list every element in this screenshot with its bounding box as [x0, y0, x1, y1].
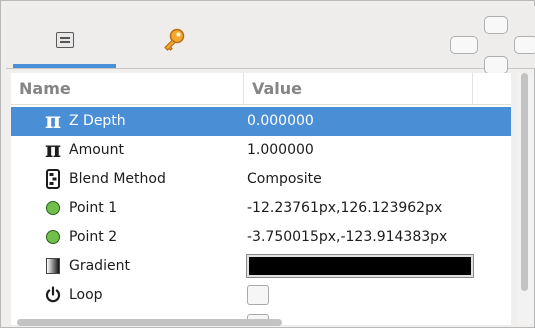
- param-value[interactable]: -12.23761px,126.123962px: [247, 194, 442, 223]
- param-name: Point 1: [69, 200, 118, 216]
- tab-params[interactable]: [13, 11, 116, 68]
- param-row-gradient[interactable]: Gradient: [11, 252, 511, 281]
- param-value[interactable]: 0.000000: [247, 107, 314, 136]
- vertical-scrollbar-thumb[interactable]: [521, 73, 528, 291]
- column-header-name[interactable]: Name: [19, 73, 71, 104]
- param-value[interactable]: -3.750015px,-123.914383px: [247, 223, 447, 252]
- blend-method-icon: [43, 169, 63, 189]
- param-value[interactable]: 1.000000: [247, 136, 314, 165]
- param-name: Point 2: [69, 229, 118, 245]
- column-header-value[interactable]: Value: [252, 73, 302, 104]
- param-name: Z Depth: [69, 113, 126, 129]
- param-row-loop[interactable]: Loop: [11, 281, 511, 310]
- params-panel-icon: [55, 31, 74, 48]
- column-divider[interactable]: [243, 73, 244, 104]
- params-panel: Name Value π Z Depth 0.000000 π Amount 1…: [0, 0, 535, 328]
- param-name: Blend Method: [69, 171, 166, 187]
- horizontal-scrollbar[interactable]: [11, 315, 511, 327]
- param-row-z-depth[interactable]: π Z Depth 0.000000: [11, 107, 511, 136]
- param-name: Amount: [69, 142, 125, 158]
- table-header: Name Value: [11, 73, 511, 105]
- gradient-swatch[interactable]: [246, 254, 474, 278]
- horizontal-scrollbar-thumb[interactable]: [17, 319, 282, 326]
- pi-icon: π: [44, 137, 62, 163]
- panel-tab-bar: [6, 6, 535, 74]
- vertical-scrollbar[interactable]: [517, 73, 533, 325]
- param-row-amount[interactable]: π Amount 1.000000: [11, 136, 511, 165]
- loop-checkbox[interactable]: [247, 285, 269, 305]
- tab-selected-indicator: [13, 64, 116, 68]
- params-table: Name Value π Z Depth 0.000000 π Amount 1…: [11, 73, 511, 325]
- point-icon: [43, 198, 63, 218]
- param-value[interactable]: Composite: [247, 165, 322, 194]
- tab-library[interactable]: [124, 11, 224, 68]
- pi-icon: π: [44, 108, 62, 134]
- param-name: Gradient: [69, 258, 130, 274]
- key-icon: [164, 28, 185, 51]
- column-divider[interactable]: [472, 73, 473, 104]
- param-row-point-2[interactable]: Point 2 -3.750015px,-123.914383px: [11, 223, 511, 252]
- param-row-point-1[interactable]: Point 1 -12.23761px,126.123962px: [11, 194, 511, 223]
- panel-drag-handle[interactable]: [450, 16, 535, 74]
- power-icon: [43, 285, 63, 305]
- param-row-blend-method[interactable]: Blend Method Composite: [11, 165, 511, 194]
- param-name: Loop: [69, 287, 103, 303]
- gradient-icon: [43, 256, 63, 276]
- point-icon: [43, 227, 63, 247]
